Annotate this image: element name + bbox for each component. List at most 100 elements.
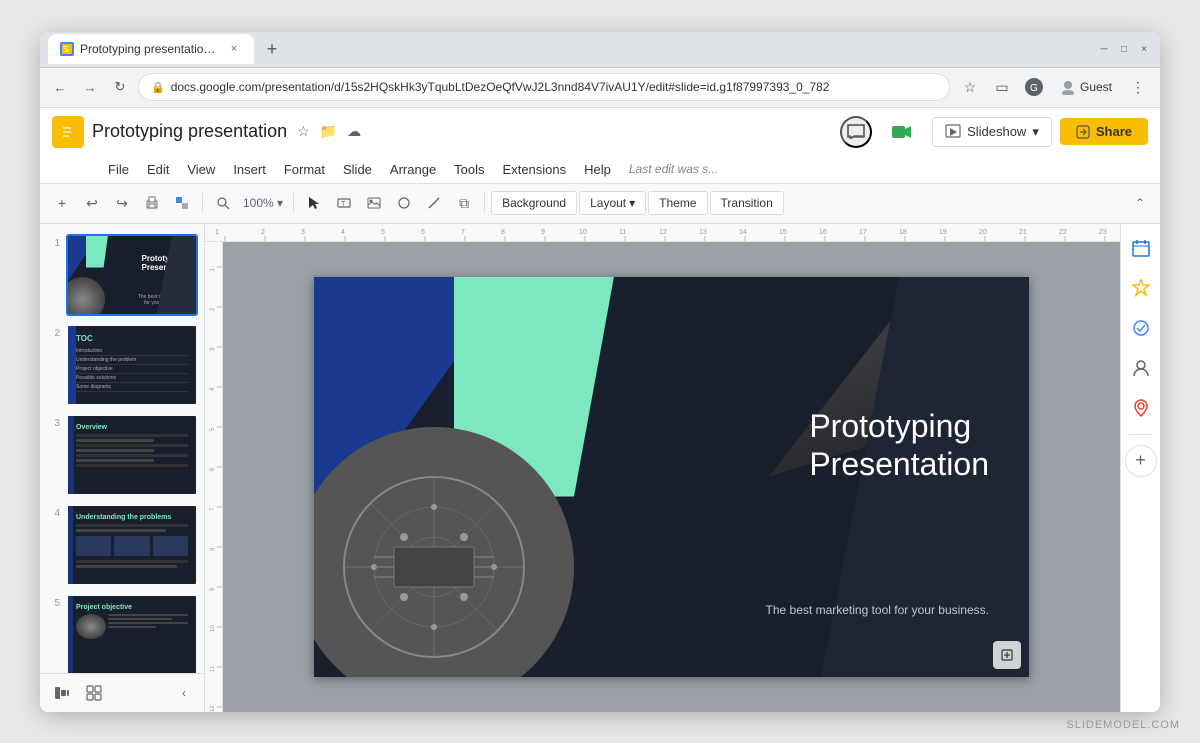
calendar-sidebar-icon[interactable] — [1125, 232, 1157, 264]
slide-item-5[interactable]: 5 Project objective — [44, 592, 200, 673]
header-right-actions: Slideshow ▾ Share — [840, 116, 1148, 148]
slides-panel: 1 PrototypingPresentation The best marke… — [40, 224, 205, 673]
minimize-button[interactable]: ─ — [1096, 41, 1112, 57]
slide-item-3[interactable]: 3 Overview — [44, 412, 200, 498]
svg-text:22: 22 — [1059, 229, 1067, 236]
panel-collapse-button[interactable]: ‹ — [172, 681, 196, 705]
toolbar-sep-1 — [202, 193, 203, 213]
slide-thumbnail-3[interactable]: Overview — [66, 414, 198, 496]
menu-view[interactable]: View — [179, 158, 223, 181]
app-area: Prototyping presentation ☆ 📁 ☁ Slide — [40, 108, 1160, 712]
back-button[interactable]: ← — [48, 75, 72, 99]
image-button[interactable] — [360, 189, 388, 217]
filmstrip-view-button[interactable] — [48, 679, 76, 707]
select-tool-button[interactable] — [300, 189, 328, 217]
svg-text:3: 3 — [301, 229, 305, 236]
slide-item-2[interactable]: 2 TOC Introduction Understanding the pro… — [44, 322, 200, 408]
svg-text:8: 8 — [501, 229, 505, 236]
tasks-sidebar-icon[interactable] — [1125, 312, 1157, 344]
new-tab-button[interactable]: + — [258, 35, 286, 63]
active-tab[interactable]: S Prototyping presentation - Goog × — [48, 34, 254, 64]
lock-icon: 🔒 — [151, 81, 165, 94]
svg-text:18: 18 — [899, 229, 907, 236]
add-addon-button[interactable]: + — [1125, 445, 1157, 477]
menu-insert[interactable]: Insert — [225, 158, 274, 181]
background-button[interactable]: Background — [491, 191, 577, 215]
theme-button[interactable]: Theme — [648, 191, 707, 215]
contacts-sidebar-icon[interactable] — [1125, 352, 1157, 384]
menu-file[interactable]: File — [100, 158, 137, 181]
reload-button[interactable]: ↻ — [108, 75, 132, 99]
toolbar-collapse-button[interactable]: ⌃ — [1128, 191, 1152, 215]
star-sidebar-icon[interactable] — [1125, 272, 1157, 304]
svg-text:S: S — [63, 45, 68, 54]
grid-view-button[interactable] — [80, 679, 108, 707]
transition-button[interactable]: Transition — [710, 191, 784, 215]
cloud-icon[interactable]: ☁ — [345, 121, 363, 142]
tab-title: Prototyping presentation - Goog — [80, 42, 220, 56]
svg-text:6: 6 — [421, 229, 425, 236]
zoom-button[interactable] — [209, 189, 237, 217]
restore-button[interactable]: □ — [1116, 41, 1132, 57]
undo-button[interactable]: ↩ — [78, 189, 106, 217]
menu-extensions[interactable]: Extensions — [495, 158, 575, 181]
redo-button[interactable]: ↪ — [108, 189, 136, 217]
paint-format-button[interactable] — [168, 189, 196, 217]
slide-thumbnail-4[interactable]: Understanding the problems — [66, 504, 198, 586]
slide-number-2: 2 — [46, 328, 60, 339]
main-slide-canvas[interactable]: PrototypingPresentation The best marketi… — [314, 277, 1029, 677]
print-button[interactable] — [138, 189, 166, 217]
text-box-button[interactable]: T — [330, 189, 358, 217]
tab-close-button[interactable]: × — [226, 41, 242, 57]
formatting-toolbar: + ↩ ↪ 100% ▾ T — [40, 184, 1160, 224]
line-button[interactable] — [420, 189, 448, 217]
svg-text:14: 14 — [739, 229, 747, 236]
svg-text:6: 6 — [210, 467, 216, 471]
add-to-slide-button[interactable] — [993, 641, 1021, 669]
svg-text:2: 2 — [261, 229, 265, 236]
close-button[interactable]: × — [1136, 41, 1152, 57]
slide-title: PrototypingPresentation — [809, 407, 989, 484]
menu-tools[interactable]: Tools — [446, 158, 492, 181]
reader-icon[interactable]: ▭ — [988, 73, 1016, 101]
slide-thumbnail-1[interactable]: PrototypingPresentation The best marketi… — [66, 234, 198, 316]
menu-format[interactable]: Format — [276, 158, 333, 181]
slide-thumbnail-5[interactable]: Project objective — [66, 594, 198, 673]
meet-button[interactable] — [880, 119, 924, 145]
svg-text:T: T — [341, 201, 346, 208]
slide-thumbnail-2[interactable]: TOC Introduction Understanding the probl… — [66, 324, 198, 406]
url-bar[interactable]: 🔒 docs.google.com/presentation/d/15s2HQs… — [138, 73, 950, 101]
menu-arrange[interactable]: Arrange — [382, 158, 444, 181]
layout-label: Layout — [590, 196, 626, 210]
bookmark-icon[interactable]: ☆ — [956, 73, 984, 101]
svg-text:7: 7 — [210, 507, 216, 511]
canvas-with-left-ruler: 1 2 3 4 5 6 — [205, 242, 1120, 712]
share-label: Share — [1096, 124, 1132, 139]
slide-add-button[interactable] — [993, 641, 1021, 669]
svg-text:17: 17 — [859, 229, 867, 236]
slideshow-button[interactable]: Slideshow ▾ — [932, 117, 1052, 147]
share-button[interactable]: Share — [1060, 118, 1148, 145]
slide-item-1[interactable]: 1 PrototypingPresentation The best marke… — [44, 232, 200, 318]
folder-icon[interactable]: 📁 — [318, 121, 339, 142]
more-options-icon[interactable]: ⋮ — [1124, 73, 1152, 101]
layout-button[interactable]: Layout ▾ — [579, 191, 646, 215]
ruler-canvas-container: 1 2 3 4 5 6 7 8 9 10 11 12 13 — [205, 224, 1120, 712]
more-shapes-button[interactable]: ⧉ — [450, 189, 478, 217]
zoom-level-button[interactable]: 100% ▾ — [239, 189, 287, 217]
star-icon[interactable]: ☆ — [295, 121, 312, 142]
slide-subtitle: The best marketing tool for your busines… — [766, 603, 989, 617]
menu-slide[interactable]: Slide — [335, 158, 380, 181]
svg-text:23: 23 — [1099, 229, 1107, 236]
slide-item-4[interactable]: 4 Understanding the problems — [44, 502, 200, 588]
shapes-button[interactable] — [390, 189, 418, 217]
guest-button[interactable]: Guest — [1052, 77, 1120, 97]
forward-button[interactable]: → — [78, 75, 102, 99]
menu-help[interactable]: Help — [576, 158, 619, 181]
vertical-ruler: 1 2 3 4 5 6 — [205, 242, 223, 712]
maps-sidebar-icon[interactable] — [1125, 392, 1157, 424]
comment-button[interactable] — [840, 116, 872, 148]
menu-edit[interactable]: Edit — [139, 158, 177, 181]
insert-button[interactable]: + — [48, 189, 76, 217]
profile-icon[interactable]: G — [1020, 73, 1048, 101]
